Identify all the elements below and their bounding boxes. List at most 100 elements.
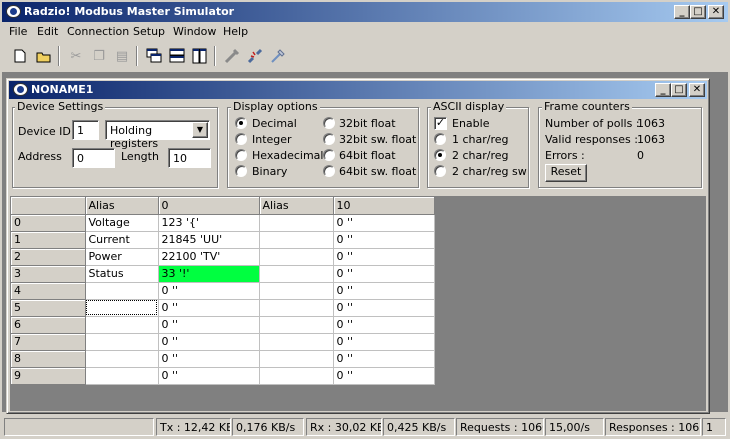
- device-id-field[interactable]: 1: [72, 120, 99, 140]
- alias-cell[interactable]: [259, 316, 334, 334]
- value-cell[interactable]: 0 '': [333, 367, 435, 385]
- alias-cell[interactable]: Status: [85, 265, 159, 283]
- radio-2-char-reg[interactable]: [434, 149, 446, 161]
- tile-horizontal-icon[interactable]: [166, 45, 188, 67]
- radio-hexadecimal[interactable]: [235, 149, 247, 161]
- value-cell[interactable]: 21845 'UU': [158, 231, 260, 249]
- 32bit-float-label: 32bit float: [339, 117, 396, 130]
- new-file-icon[interactable]: [9, 45, 31, 67]
- settings-icon[interactable]: [267, 45, 289, 67]
- chevron-down-icon[interactable]: ▼: [192, 122, 208, 138]
- alias-cell[interactable]: [259, 299, 334, 317]
- address-field[interactable]: 0: [72, 148, 115, 168]
- length-field[interactable]: 10: [168, 148, 211, 168]
- value-cell[interactable]: 0 '': [158, 299, 260, 317]
- toolbar-separator: [136, 46, 138, 66]
- value-cell[interactable]: 0 '': [333, 248, 435, 266]
- child-close-button[interactable]: ✕: [689, 83, 705, 97]
- value-cell[interactable]: 0 '': [333, 333, 435, 351]
- value-cell[interactable]: 0 '': [158, 316, 260, 334]
- header-alias[interactable]: Alias: [85, 197, 159, 215]
- value-cell[interactable]: 0 '': [333, 214, 435, 232]
- radio-decimal[interactable]: [235, 117, 247, 129]
- highlighted-value-cell[interactable]: 33 '!': [158, 265, 260, 283]
- menu-file[interactable]: File: [9, 25, 27, 38]
- menu-edit[interactable]: Edit: [37, 25, 58, 38]
- alias-cell[interactable]: [259, 265, 334, 283]
- device-id-label: Device ID: [18, 125, 71, 138]
- radio-integer[interactable]: [235, 133, 247, 145]
- alias-cell[interactable]: [85, 333, 159, 351]
- table-row: 8 0 '' 0 '': [11, 350, 435, 368]
- alias-cell[interactable]: [85, 282, 159, 300]
- alias-cell[interactable]: [85, 316, 159, 334]
- value-cell[interactable]: 0 '': [333, 265, 435, 283]
- value-cell[interactable]: 0 '': [158, 350, 260, 368]
- radio-2-char-reg-sw[interactable]: [434, 165, 446, 177]
- menu-bar: File Edit Connection Setup Window Help: [2, 22, 728, 41]
- enable-checkbox[interactable]: ✓: [434, 117, 447, 130]
- child-maximize-button[interactable]: □: [671, 83, 687, 97]
- open-folder-icon[interactable]: [33, 45, 55, 67]
- value-cell[interactable]: 0 '': [158, 333, 260, 351]
- value-cell[interactable]: 0 '': [158, 367, 260, 385]
- app-title: Radzio! Modbus Master Simulator: [24, 5, 235, 18]
- minimize-button[interactable]: _: [674, 5, 690, 19]
- radio-64bit-sw-float[interactable]: [323, 165, 335, 177]
- menu-help[interactable]: Help: [223, 25, 248, 38]
- maximize-button[interactable]: □: [690, 5, 706, 19]
- connect-icon[interactable]: [221, 45, 243, 67]
- app-titlebar[interactable]: Radzio! Modbus Master Simulator _ □ ✕: [2, 2, 728, 22]
- alias-cell[interactable]: [259, 248, 334, 266]
- value-cell[interactable]: 0 '': [158, 282, 260, 300]
- value-cell[interactable]: 123 '{': [158, 214, 260, 232]
- 32bit-sw-float-label: 32bit sw. float: [339, 133, 417, 146]
- alias-cell[interactable]: [85, 367, 159, 385]
- cut-icon[interactable]: ✂: [65, 45, 87, 67]
- radio-binary[interactable]: [235, 165, 247, 177]
- value-cell[interactable]: 0 '': [333, 316, 435, 334]
- radio-32bit-float[interactable]: [323, 117, 335, 129]
- alias-cell[interactable]: Power: [85, 248, 159, 266]
- alias-cell[interactable]: [259, 231, 334, 249]
- alias-cell[interactable]: [85, 350, 159, 368]
- alias-cell[interactable]: Voltage: [85, 214, 159, 232]
- reset-button[interactable]: Reset: [545, 164, 587, 182]
- radio-64bit-float[interactable]: [323, 149, 335, 161]
- selected-alias-cell[interactable]: [85, 299, 159, 317]
- table-row: 0 Voltage 123 '{' 0 '': [11, 214, 435, 232]
- paste-icon[interactable]: ▤: [111, 45, 133, 67]
- value-cell[interactable]: 0 '': [333, 282, 435, 300]
- radio-1-char-reg[interactable]: [434, 133, 446, 145]
- value-cell[interactable]: 0 '': [333, 350, 435, 368]
- alias-cell[interactable]: [259, 350, 334, 368]
- menu-window[interactable]: Window: [173, 25, 216, 38]
- status-panel-empty: [4, 418, 154, 436]
- tile-vertical-icon[interactable]: [189, 45, 211, 67]
- alias-cell[interactable]: Current: [85, 231, 159, 249]
- copy-icon[interactable]: ❐: [88, 45, 110, 67]
- cascade-windows-icon[interactable]: [143, 45, 165, 67]
- value-cell[interactable]: 22100 'TV': [158, 248, 260, 266]
- header-register-0[interactable]: 0: [158, 197, 260, 215]
- menu-setup[interactable]: Setup: [133, 25, 165, 38]
- table-row: 3 Status 33 '!' 0 '': [11, 265, 435, 283]
- header-register-10[interactable]: 10: [333, 197, 435, 215]
- close-button[interactable]: ✕: [708, 5, 724, 19]
- disconnect-icon[interactable]: [244, 45, 266, 67]
- row-index: 8: [11, 350, 86, 368]
- alias-cell[interactable]: [259, 367, 334, 385]
- child-minimize-button[interactable]: _: [655, 83, 671, 97]
- table-row: 5 0 '' 0 '': [11, 299, 435, 317]
- row-index: 9: [11, 367, 86, 385]
- radio-32bit-sw-float[interactable]: [323, 133, 335, 145]
- alias-cell[interactable]: [259, 333, 334, 351]
- child-titlebar[interactable]: NONAME1 _ □ ✕: [9, 81, 707, 99]
- function-select[interactable]: Holding registers ▼: [105, 120, 210, 150]
- header-alias-2[interactable]: Alias: [259, 197, 334, 215]
- alias-cell[interactable]: [259, 282, 334, 300]
- value-cell[interactable]: 0 '': [333, 299, 435, 317]
- value-cell[interactable]: 0 '': [333, 231, 435, 249]
- menu-connection[interactable]: Connection: [67, 25, 129, 38]
- alias-cell[interactable]: [259, 214, 334, 232]
